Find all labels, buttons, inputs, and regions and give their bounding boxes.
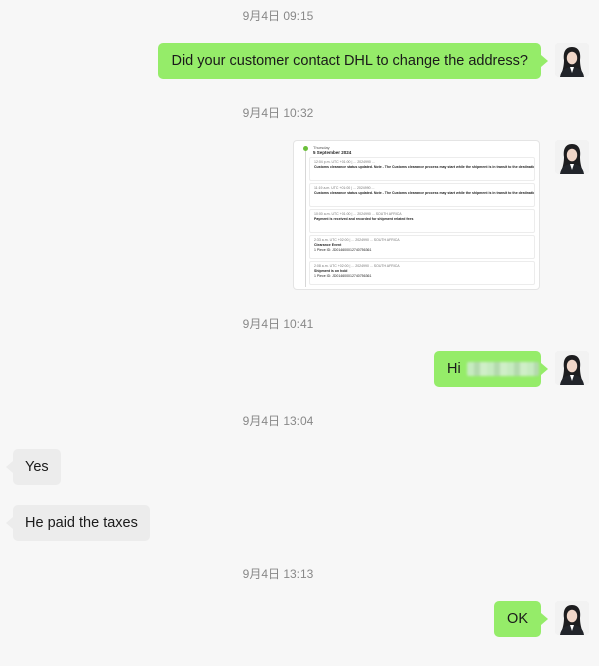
message-timestamp: 9月4日 09:15 [242,9,314,23]
tracking-event: 2:33 a.m. UTC +02:00 | ... 2024990 ... S… [309,235,535,259]
message-text: Did your customer contact DHL to change … [171,53,528,69]
redacted-name [466,362,539,377]
tracking-event-description: Customs clearance status updated. Note -… [314,165,535,169]
tracking-event: 2:08 a.m. UTC +02:00 | ... 2024990 ... S… [309,261,535,285]
message-text: He paid the taxes [25,515,138,531]
user-avatar[interactable] [555,351,589,385]
tracking-event-description: Payment is received and recorded for shi… [314,217,414,221]
outgoing-message-bubble[interactable]: Hi [434,351,548,387]
tracking-event: 12:04 p.m. UTC +01:00 | ... 2024990 ... … [309,157,535,181]
tracking-event: 10:00 a.m. UTC +01:00 | ... 2024990 ... … [309,209,535,233]
outgoing-message-bubble[interactable]: Did your customer contact DHL to change … [158,43,548,79]
tracking-event: 11:19 a.m. UTC +01:00 | ... 2024990 ... … [309,183,535,207]
user-avatar[interactable] [555,601,589,635]
chat-message-list: 9月4日 09:15 Did your customer contact DHL… [0,0,599,666]
message-text: OK [507,611,528,627]
outgoing-message-bubble[interactable]: OK [494,601,548,637]
timeline-line [305,151,306,287]
avatar-image [555,351,589,385]
message-timestamp: 9月4日 10:41 [242,317,314,331]
message-text: Hi [447,361,461,377]
user-avatar[interactable] [555,43,589,77]
message-timestamp: 9月4日 13:13 [242,567,314,581]
tracking-event-description: Customs clearance status updated. Note -… [314,191,535,195]
incoming-message-bubble[interactable]: He paid the taxes [6,505,150,541]
tracking-event-piece-id: 1 Piece ID: JD014600012740756361 [314,248,372,252]
message-timestamp: 9月4日 10:32 [242,106,314,120]
message-text: Yes [25,459,49,475]
message-timestamp: 9月4日 13:04 [242,414,314,428]
avatar-image [555,601,589,635]
timeline-dot-icon [303,146,308,151]
avatar-image [555,43,589,77]
incoming-message-bubble[interactable]: Yes [6,449,61,485]
user-avatar[interactable] [555,140,589,174]
image-date-label: 5 September 2024 [313,150,352,155]
tracking-event-piece-id: 1 Piece ID: JD014600012740756361 [314,274,372,278]
avatar-image [555,140,589,174]
screenshot-image-message[interactable]: Thursday 5 September 2024 12:04 p.m. UTC… [293,140,540,290]
